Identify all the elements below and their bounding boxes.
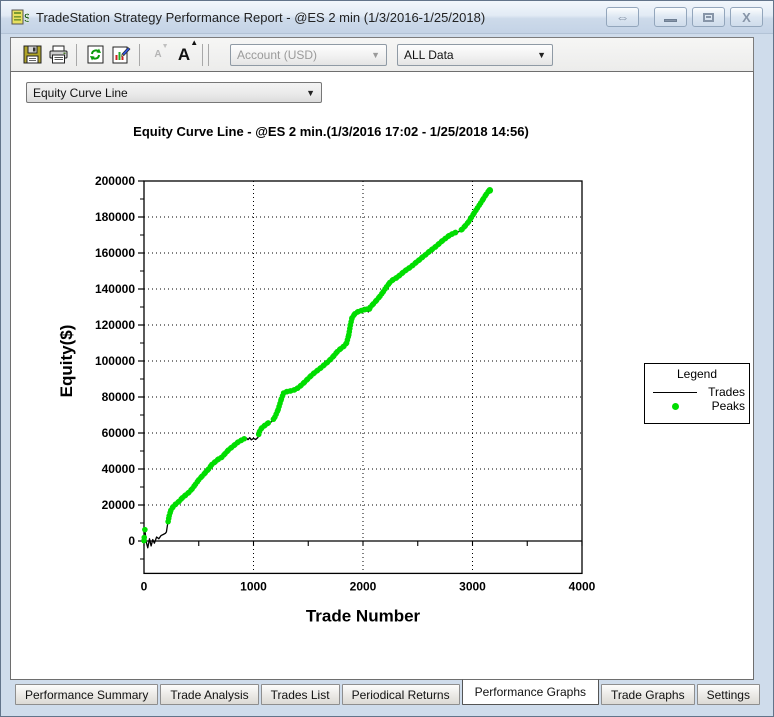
data-range-dropdown[interactable]: ALL Data ▼	[397, 44, 553, 66]
left-right-arrow-icon: ⇔	[616, 10, 630, 24]
svg-text:100000: 100000	[95, 354, 135, 368]
x-axis-ticks: 0 1000 2000 3000 4000	[141, 541, 596, 593]
svg-text:40000: 40000	[102, 462, 136, 476]
peaks-dot-swatch	[651, 403, 699, 410]
svg-text:200000: 200000	[95, 174, 135, 188]
close-icon: X	[742, 11, 751, 24]
tradestation-report-window: $ TradeStation Strategy Performance Repo…	[0, 0, 774, 717]
y-axis-ticks: 0 20000 40000 60000 80000 100000 120000 140000 1…	[95, 174, 144, 559]
app-icon: $	[11, 8, 29, 26]
tab-bar: Performance SummaryTrade AnalysisTrades …	[10, 680, 754, 706]
svg-text:180000: 180000	[95, 210, 135, 224]
font-increase-icon: A▲	[178, 45, 190, 65]
save-button[interactable]	[19, 42, 45, 68]
svg-text:120000: 120000	[95, 318, 135, 332]
font-increase-button[interactable]: A▲	[171, 42, 197, 68]
account-dropdown[interactable]: Account (USD) ▼	[230, 44, 387, 66]
gridlines	[144, 181, 582, 573]
minimize-button[interactable]	[654, 7, 687, 27]
window-controls: ⇔ X	[606, 7, 763, 27]
graph-type-dropdown[interactable]: Equity Curve Line ▼	[26, 82, 322, 103]
peaks-dots	[141, 187, 493, 543]
svg-text:1000: 1000	[240, 579, 267, 593]
account-dropdown-value: Account (USD)	[237, 48, 367, 62]
report-settings-icon	[111, 45, 132, 64]
tab-trades-list[interactable]: Trades List	[261, 684, 340, 705]
chevron-down-icon: ▼	[537, 50, 546, 60]
svg-text:20000: 20000	[102, 498, 136, 512]
report-area: Equity Curve Line ▼ Equity Curve Line - …	[10, 71, 754, 680]
toolbar-separator	[76, 44, 77, 66]
chevron-down-icon: ▼	[306, 88, 315, 98]
tab-performance-summary[interactable]: Performance Summary	[15, 684, 158, 705]
legend: Legend Trades Peaks	[644, 363, 750, 424]
font-decrease-icon: A▼	[154, 49, 161, 60]
legend-title: Legend	[645, 367, 749, 381]
minimize-icon	[664, 19, 677, 22]
toolbar-separator	[208, 44, 209, 66]
tab-periodical-returns[interactable]: Periodical Returns	[342, 684, 460, 705]
svg-text:4000: 4000	[569, 579, 596, 593]
toolbar: A▼ A▲ Account (USD) ▼ ALL Data ▼	[10, 37, 754, 71]
tab-performance-graphs[interactable]: Performance Graphs	[462, 679, 599, 705]
tab-trade-graphs[interactable]: Trade Graphs	[601, 684, 695, 705]
window-title: TradeStation Strategy Performance Report…	[36, 10, 485, 25]
print-button[interactable]	[45, 42, 71, 68]
print-icon	[48, 45, 69, 64]
chevron-down-icon: ▼	[371, 50, 380, 60]
legend-row-peaks: Peaks	[645, 399, 749, 413]
x-axis-title: Trade Number	[306, 606, 421, 625]
svg-text:160000: 160000	[95, 246, 135, 260]
equity-curve-chart: 0200004000060000800001000001200001400001…	[42, 152, 622, 652]
titlebar: $ TradeStation Strategy Performance Repo…	[1, 1, 773, 34]
refresh-icon	[86, 45, 105, 64]
maximize-icon	[703, 13, 714, 22]
graph-type-dropdown-value: Equity Curve Line	[33, 86, 302, 100]
legend-peaks-label: Peaks	[699, 399, 745, 413]
font-decrease-button[interactable]: A▼	[145, 42, 171, 68]
svg-text:$: $	[24, 11, 29, 25]
toolbar-separator	[202, 44, 203, 66]
refresh-button[interactable]	[82, 42, 108, 68]
svg-text:140000: 140000	[95, 282, 135, 296]
svg-text:2000: 2000	[350, 579, 377, 593]
report-settings-button[interactable]	[108, 42, 134, 68]
data-range-dropdown-value: ALL Data	[404, 48, 533, 62]
maximize-button[interactable]	[692, 7, 725, 27]
close-button[interactable]: X	[730, 7, 763, 27]
tab-trade-analysis[interactable]: Trade Analysis	[160, 684, 258, 705]
svg-text:60000: 60000	[102, 426, 136, 440]
chart-title: Equity Curve Line - @ES 2 min.(1/3/2016 …	[41, 124, 621, 139]
resize-arrows-button[interactable]: ⇔	[606, 7, 639, 27]
trades-line-swatch	[651, 392, 699, 393]
y-axis-title: Equity($)	[57, 325, 76, 398]
svg-text:3000: 3000	[459, 579, 486, 593]
tab-settings[interactable]: Settings	[697, 684, 760, 705]
svg-text:0: 0	[128, 534, 135, 548]
svg-text:0: 0	[141, 579, 148, 593]
save-icon	[23, 45, 42, 64]
legend-trades-label: Trades	[699, 385, 745, 399]
legend-row-trades: Trades	[645, 385, 749, 399]
svg-text:80000: 80000	[102, 390, 136, 404]
toolbar-separator	[139, 44, 140, 66]
